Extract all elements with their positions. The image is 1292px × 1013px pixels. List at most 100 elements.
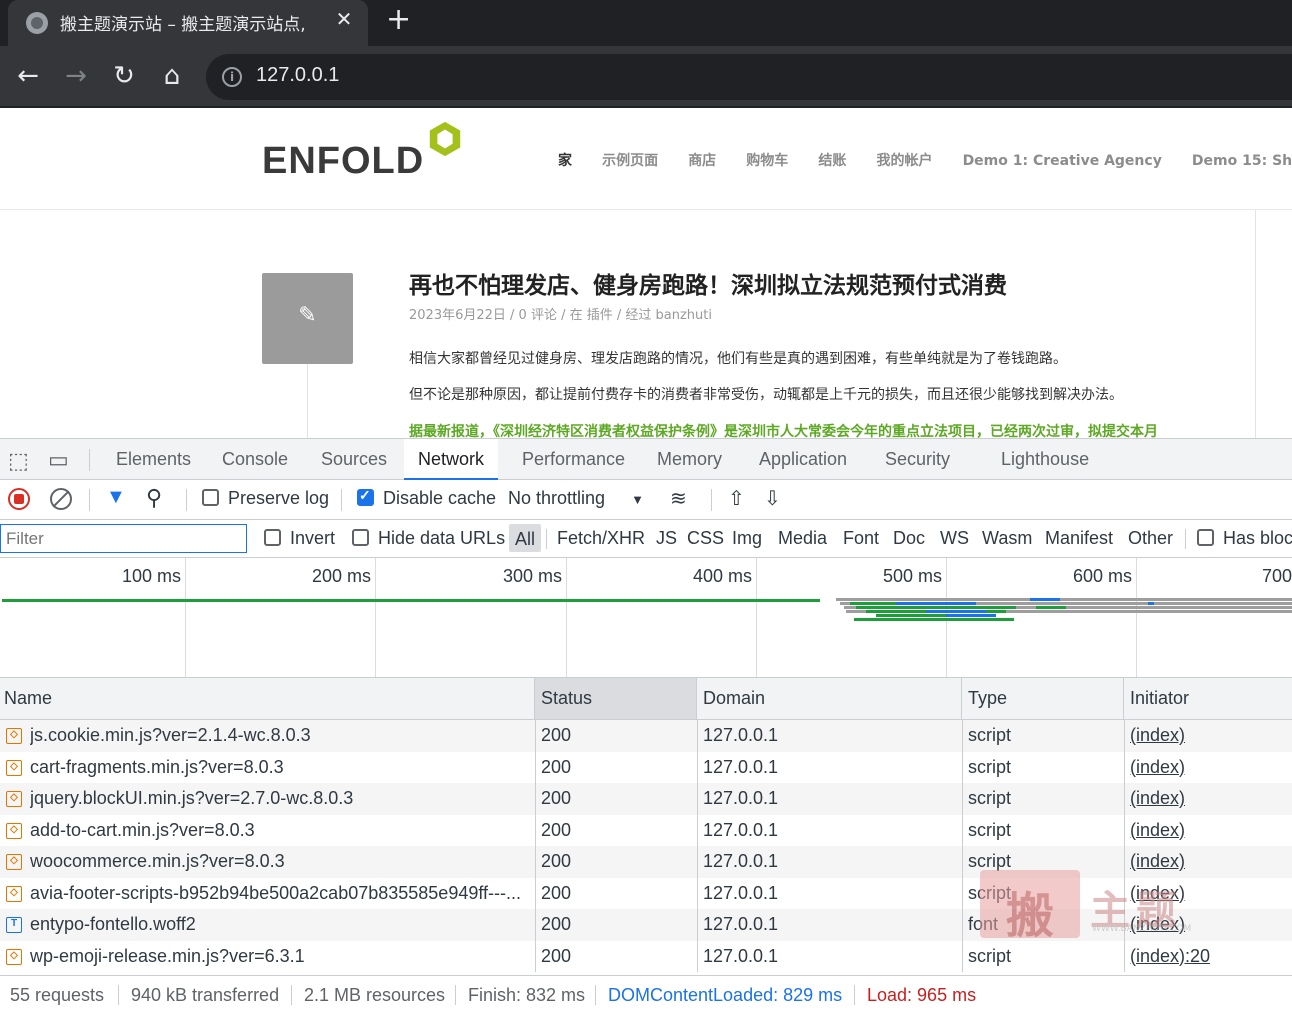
request-name[interactable]: add-to-cart.min.js?ver=8.0.3	[30, 815, 530, 847]
request-name[interactable]: cart-fragments.min.js?ver=8.0.3	[30, 752, 530, 784]
type-filter-all[interactable]: All	[509, 524, 542, 552]
export-har-icon[interactable]: ⇩	[764, 486, 781, 511]
address-bar[interactable]: i 127.0.0.1	[206, 54, 1292, 100]
request-name[interactable]: woocommerce.min.js?ver=8.0.3	[30, 846, 530, 878]
type-filter-manifest[interactable]: Manifest	[1045, 528, 1113, 549]
grid-line	[185, 558, 186, 677]
request-initiator[interactable]: (index)	[1130, 752, 1290, 784]
request-name[interactable]: js.cookie.min.js?ver=2.1.4-wc.8.0.3	[30, 720, 530, 752]
type-filter-img[interactable]: Img	[732, 528, 762, 549]
column-header-domain[interactable]: Domain	[697, 678, 962, 719]
type-filter-other[interactable]: Other	[1128, 528, 1173, 549]
tab-lighthouse[interactable]: Lighthouse	[987, 439, 1103, 480]
home-icon[interactable]: ⌂	[154, 58, 190, 94]
tab-security[interactable]: Security	[871, 439, 964, 480]
tab-elements[interactable]: Elements	[102, 439, 205, 480]
post-title[interactable]: 再也不怕理发店、健身房跑路！深圳拟立法规范预付式消费	[409, 266, 1007, 300]
grid-line	[375, 558, 376, 677]
network-conditions-icon[interactable]: ≋	[670, 486, 687, 511]
separator	[341, 489, 342, 511]
throttling-select[interactable]: No throttling ▼	[508, 488, 644, 509]
type-filter-font[interactable]: Font	[843, 528, 879, 549]
request-initiator[interactable]: (index)	[1130, 815, 1290, 847]
column-header-name[interactable]: Name	[0, 678, 535, 719]
table-row[interactable]: ◇ add-to-cart.min.js?ver=8.0.3 200 127.0.0.…	[0, 815, 1292, 847]
close-icon[interactable]: ✕	[332, 7, 356, 31]
disable-cache-checkbox[interactable]: Disable cache	[357, 487, 496, 509]
table-row[interactable]: ◇ jquery.blockUI.min.js?ver=2.7.0-wc.8.0.…	[0, 783, 1292, 815]
request-name[interactable]: jquery.blockUI.min.js?ver=2.7.0-wc.8.0.3	[30, 783, 530, 815]
nav-item-my-account[interactable]: 我的帐户	[876, 150, 932, 170]
script-file-icon: ◇	[6, 885, 22, 902]
browser-tab[interactable]: 搬主题演示站 – 搬主题演示站点, ✕	[8, 0, 368, 46]
filter-input[interactable]	[0, 524, 247, 553]
nav-item-demo-15[interactable]: Demo 15: Showca	[1192, 153, 1292, 169]
table-row[interactable]: ◇ wp-emoji-release.min.js?ver=6.3.1 200 127…	[0, 941, 1292, 973]
nav-item-demo-1[interactable]: Demo 1: Creative Agency	[963, 153, 1162, 169]
request-initiator[interactable]: (index)	[1130, 720, 1290, 752]
invert-checkbox[interactable]: Invert	[264, 528, 335, 549]
nav-item-cart[interactable]: 购物车	[746, 150, 788, 170]
tab-console[interactable]: Console	[208, 439, 302, 480]
filter-icon[interactable]: ▼	[106, 486, 126, 509]
request-status: 200	[541, 756, 572, 777]
tab-application[interactable]: Application	[745, 439, 861, 480]
type-filter-doc[interactable]: Doc	[893, 528, 925, 549]
logo-hexagon-icon	[429, 121, 461, 157]
request-initiator[interactable]: (index)	[1130, 783, 1290, 815]
column-header-type[interactable]: Type	[962, 678, 1124, 719]
table-row[interactable]: ◇ cart-fragments.min.js?ver=8.0.3 200 127.0…	[0, 752, 1292, 784]
type-filter-ws[interactable]: WS	[940, 528, 969, 549]
nav-item-home[interactable]: 家	[558, 150, 572, 170]
separator	[595, 985, 596, 1005]
new-tab-button[interactable]: +	[386, 2, 411, 37]
globe-icon	[26, 12, 48, 34]
separator	[854, 985, 855, 1005]
record-stop-icon[interactable]	[8, 488, 30, 510]
column-header-initiator[interactable]: Initiator	[1124, 678, 1292, 719]
request-initiator[interactable]: (index):20	[1130, 941, 1290, 973]
hide-data-urls-checkbox[interactable]: Hide data URLs	[352, 528, 505, 549]
nav-item-sample-page[interactable]: 示例页面	[602, 150, 658, 170]
column-divider[interactable]	[962, 720, 963, 972]
type-filter-js[interactable]: JS	[656, 528, 677, 549]
nav-item-checkout[interactable]: 结账	[818, 150, 846, 170]
tab-memory[interactable]: Memory	[643, 439, 736, 480]
preserve-log-checkbox[interactable]: Preserve log	[202, 488, 329, 509]
type-filter-fetch-xhr[interactable]: Fetch/XHR	[557, 528, 645, 549]
post-paragraph: 但不论是那种原因，都让提前付费存卡的消费者非常受伤，动辄都是上千元的损失，而且还…	[409, 387, 1123, 403]
tab-network[interactable]: Network	[404, 439, 499, 480]
column-header-status[interactable]: Status	[535, 678, 697, 719]
tick-label: 500 ms	[882, 566, 942, 586]
column-divider[interactable]	[697, 720, 698, 972]
forward-arrow-icon[interactable]: →	[58, 58, 94, 94]
post-thumbnail[interactable]: ✎	[262, 273, 353, 364]
type-filter-wasm[interactable]: Wasm	[982, 528, 1032, 549]
has-blocked-cookies-checkbox[interactable]: Has bloc	[1197, 528, 1292, 549]
column-divider[interactable]	[535, 720, 536, 972]
back-arrow-icon[interactable]: ←	[10, 58, 46, 94]
tab-performance[interactable]: Performance	[508, 439, 639, 480]
search-icon[interactable]: ⚲	[146, 485, 162, 511]
request-name[interactable]: entypo-fontello.woff2	[30, 909, 530, 941]
url-text[interactable]: 127.0.0.1	[256, 64, 339, 87]
type-filter-media[interactable]: Media	[778, 528, 827, 549]
nav-item-shop[interactable]: 商店	[688, 150, 716, 170]
request-name[interactable]: wp-emoji-release.min.js?ver=6.3.1	[30, 941, 530, 973]
watermark-logo: 搬 主题 WWW.BANZHUTI.COM	[980, 870, 1210, 944]
device-toolbar-icon[interactable]: ▭	[48, 447, 69, 473]
site-header: ENFOLD 家 示例页面 商店 购物车 结账 我的帐户 Demo 1: Cre…	[0, 110, 1292, 210]
inspect-element-icon[interactable]: ⬚	[8, 448, 29, 474]
request-status: 200	[541, 788, 572, 808]
clear-icon[interactable]	[50, 488, 72, 510]
table-row[interactable]: ◇ js.cookie.min.js?ver=2.1.4-wc.8.0.3 200 1…	[0, 720, 1292, 752]
site-logo[interactable]: ENFOLD	[262, 121, 461, 183]
import-har-icon[interactable]: ⇧	[728, 486, 745, 511]
type-filter-css[interactable]: CSS	[687, 528, 724, 549]
request-status: 200	[541, 725, 572, 745]
request-name[interactable]: avia-footer-scripts-b952b94be500a2cab07b…	[30, 878, 530, 910]
tab-sources[interactable]: Sources	[307, 439, 401, 480]
reload-icon[interactable]: ↻	[106, 58, 142, 94]
network-overview-timeline[interactable]: 100 ms 200 ms 300 ms 400 ms 500 ms 600 m…	[0, 558, 1292, 678]
info-icon[interactable]: i	[222, 67, 242, 87]
